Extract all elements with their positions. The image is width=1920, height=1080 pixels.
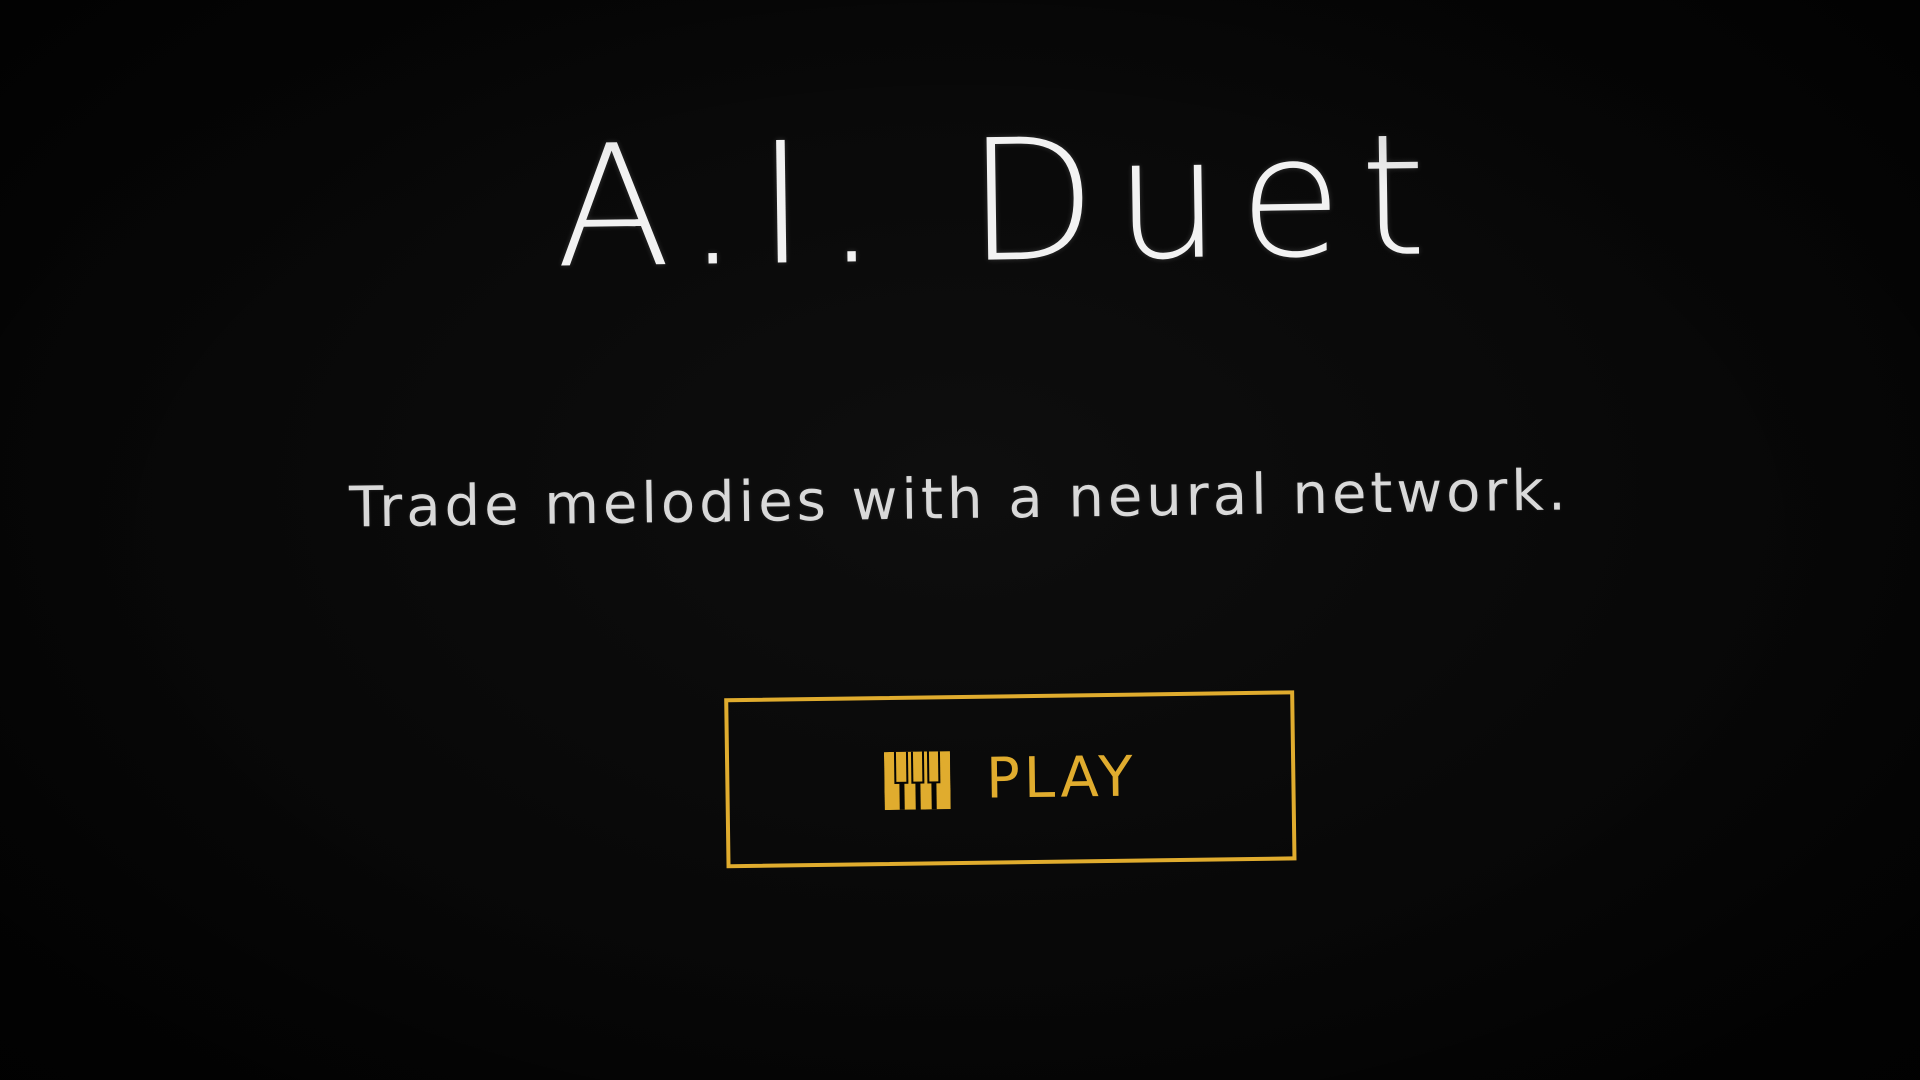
play-button[interactable]: PLAY [724, 690, 1297, 869]
app-tagline: Trade melodies with a neural network. [348, 458, 1571, 541]
splash-content: A.I. Duet Trade melodies with a neural n… [0, 0, 1920, 1080]
play-button-label: PLAY [985, 744, 1137, 812]
piano-keys-icon [883, 751, 951, 811]
splash-screen: A.I. Duet Trade melodies with a neural n… [0, 0, 1920, 1080]
app-title: A.I. Duet [553, 97, 1446, 306]
